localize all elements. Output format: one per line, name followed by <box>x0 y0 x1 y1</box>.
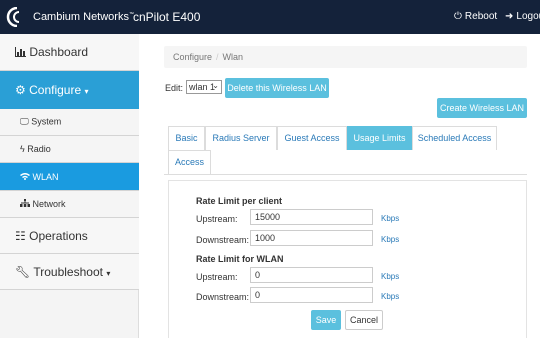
wlan-limit-title: Rate Limit for WLAN <box>196 254 284 264</box>
logout-button[interactable]: ➜Logou <box>505 11 540 22</box>
sidebar-system-label: System <box>31 116 62 127</box>
sidebar-item-configure[interactable]: ⚙ Configure ▾ <box>0 71 139 109</box>
breadcrumb: Configure / Wlan <box>164 46 527 68</box>
wlan-upstream-unit: Kbps <box>381 272 400 281</box>
bolt-icon: ϟ <box>20 144 25 154</box>
per-client-upstream-input[interactable] <box>250 209 373 225</box>
sidebar-configure-label: Configure <box>29 82 82 97</box>
sidebar-item-network[interactable]: Network <box>0 191 139 218</box>
sidebar-network-label: Network <box>32 199 66 209</box>
wlan-downstream-label: Downstream: <box>196 292 250 302</box>
gear-icon: ⚙ <box>15 82 26 97</box>
logout-icon: ➜ <box>505 11 514 22</box>
sidebar-item-radio[interactable]: ϟ Radio <box>0 136 139 163</box>
create-wlan-button[interactable]: Create Wireless LAN <box>437 98 527 118</box>
sidebar: Dashboard ⚙ Configure ▾ 🖵 System ϟ Radio… <box>0 34 139 338</box>
tab-usage-limits[interactable]: Usage Limits <box>347 126 412 150</box>
save-button[interactable]: Save <box>311 310 341 330</box>
wlan-downstream-input[interactable] <box>250 287 373 303</box>
brand-name: Cambium Networks™ <box>33 11 134 23</box>
caret-down-icon: ▾ <box>106 268 111 278</box>
breadcrumb-configure[interactable]: Configure <box>173 52 212 62</box>
wlan-downstream-unit: Kbps <box>381 292 400 301</box>
sidebar-item-system[interactable]: 🖵 System <box>0 109 139 136</box>
tab-access[interactable]: Access <box>168 150 211 174</box>
product-name: cnPilot E400 <box>133 10 201 24</box>
sidebar-wlan-label: WLAN <box>32 171 59 182</box>
tab-basic[interactable]: Basic <box>168 126 205 150</box>
top-navbar: Cambium Networks™ cnPilot E400 ⏻ Reboot ➜… <box>0 0 540 34</box>
sidebar-item-wlan[interactable]: WLAN <box>0 163 139 191</box>
tab-guest-access[interactable]: Guest Access <box>277 126 347 150</box>
power-icon: ⏻ <box>454 11 462 22</box>
sitemap-icon <box>20 199 33 209</box>
breadcrumb-separator: / <box>216 52 219 62</box>
caret-down-icon: ▾ <box>84 86 89 96</box>
sidebar-item-operations[interactable]: ☷ Operations <box>0 218 139 254</box>
per-client-upstream-unit: Kbps <box>381 214 400 223</box>
logout-label: Logou <box>516 11 540 22</box>
sliders-icon: ☷ <box>15 228 26 243</box>
breadcrumb-wlan: Wlan <box>222 52 244 62</box>
wrench-icon: 🔧︎ <box>15 264 31 279</box>
bar-chart-icon <box>15 47 26 57</box>
sidebar-operations-label: Operations <box>29 228 88 243</box>
per-client-upstream-label: Upstream: <box>196 214 238 224</box>
wlan-select-value: wlan 1 <box>189 82 216 92</box>
sidebar-item-dashboard[interactable]: Dashboard <box>0 34 139 71</box>
wlan-select[interactable]: wlan 1 ⌄ <box>186 80 222 94</box>
reboot-button[interactable]: ⏻ Reboot <box>454 11 497 22</box>
tabs-divider <box>164 174 527 175</box>
edit-label: Edit: <box>165 83 184 93</box>
delete-wlan-button[interactable]: Delete this Wireless LAN <box>225 78 329 98</box>
wlan-upstream-label: Upstream: <box>196 272 238 282</box>
tab-radius-server[interactable]: Radius Server <box>205 126 277 150</box>
chevron-down-icon: ⌄ <box>212 81 219 90</box>
sidebar-troubleshoot-label: Troubleshoot <box>33 264 103 279</box>
cambium-logo-icon <box>6 7 20 27</box>
cancel-button[interactable]: Cancel <box>345 310 383 330</box>
reboot-label: Reboot <box>464 11 498 22</box>
sidebar-dashboard-label: Dashboard <box>29 45 89 59</box>
wlan-upstream-input[interactable] <box>250 267 373 283</box>
sidebar-radio-label: Radio <box>27 144 51 154</box>
monitor-icon: 🖵 <box>20 116 29 127</box>
per-client-downstream-label: Downstream: <box>196 235 250 245</box>
per-client-downstream-unit: Kbps <box>381 235 400 244</box>
per-client-title: Rate Limit per client <box>196 196 283 206</box>
wifi-icon <box>20 172 33 182</box>
sidebar-item-troubleshoot[interactable]: 🔧︎ Troubleshoot ▾ <box>0 254 139 290</box>
per-client-downstream-input[interactable] <box>250 230 373 246</box>
tab-scheduled-access[interactable]: Scheduled Access <box>412 126 497 150</box>
